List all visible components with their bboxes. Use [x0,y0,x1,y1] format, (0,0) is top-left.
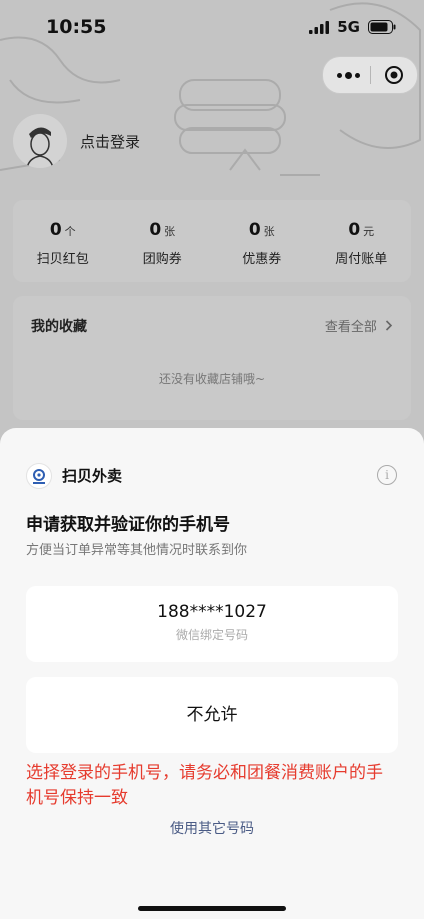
stat-value: 0 [149,220,162,240]
close-mini-program-icon[interactable] [384,65,404,85]
home-indicator [138,906,286,911]
network-label: 5G [337,18,360,36]
stat-unit: 元 [363,225,375,238]
stat-discount-coupon[interactable]: 0张 优惠券 [212,200,312,282]
request-subtitle: 方便当订单异常等其他情况时联系到你 [26,543,248,558]
stat-value: 0 [248,220,261,240]
stat-label: 扫贝红包 [36,252,89,267]
status-icons: 5G [309,18,396,36]
stat-unit: 张 [164,225,176,238]
stat-label: 优惠券 [242,252,282,267]
app-name: 扫贝外卖 [62,467,123,485]
phone-number-option[interactable]: 188****1027 微信绑定号码 [26,586,398,662]
status-time: 10:55 [46,16,107,38]
favorites-empty-text: 还没有收藏店铺哦~ [158,372,266,386]
view-all-link[interactable]: 查看全部 [325,316,393,335]
stat-group-coupon[interactable]: 0张 团购券 [113,200,213,282]
view-all-label: 查看全部 [324,320,377,335]
stat-value: 0 [348,220,361,240]
more-options-icon[interactable] [337,67,361,83]
login-link[interactable]: 点击登录 [80,131,140,152]
avatar-illustration-icon [13,114,67,168]
status-bar: 10:55 5G [0,0,424,54]
phone-number: 188****1027 [157,602,267,622]
stat-weekly-bill[interactable]: 0元 周付账单 [312,200,412,282]
deny-button[interactable]: 不允许 [26,677,398,753]
use-other-number-link[interactable]: 使用其它号码 [0,818,424,838]
stat-label: 团购券 [142,252,182,267]
stat-unit: 张 [263,225,275,238]
stat-unit: 个 [64,225,76,238]
stat-red-packet[interactable]: 0个 扫贝红包 [13,200,113,282]
phone-auth-sheet: 扫贝外卖 i 申请获取并验证你的手机号 方便当订单异常等其他情况时联系到你 18… [0,428,424,919]
chevron-right-icon [385,320,393,331]
favorites-title: 我的收藏 [31,319,87,335]
app-logo-icon [26,463,52,489]
favorites-card: 我的收藏 查看全部 还没有收藏店铺哦~ [13,296,411,420]
phone-hint: 微信绑定号码 [175,628,248,642]
capsule-divider [370,66,371,84]
warning-text: 选择登录的手机号，请务必和团餐消费账户的手机号保持一致 [26,763,383,808]
info-icon[interactable]: i [377,465,397,485]
stat-label: 周付账单 [335,252,388,267]
avatar[interactable] [13,114,67,168]
mini-program-capsule [322,56,418,94]
stats-card: 0个 扫贝红包 0张 团购券 0张 优惠券 0元 周付账单 [13,200,411,282]
battery-icon [368,20,396,34]
signal-icon [309,20,330,34]
request-title: 申请获取并验证你的手机号 [26,515,230,535]
stat-value: 0 [49,220,62,240]
